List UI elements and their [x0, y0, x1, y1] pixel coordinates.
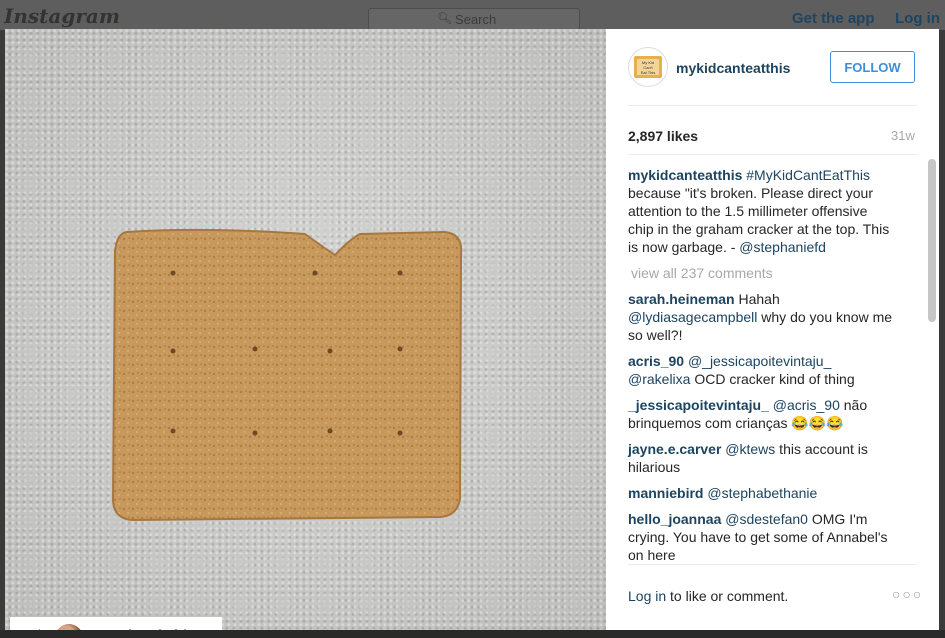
search-input[interactable]: 🔍︎ Search — [368, 8, 580, 30]
caption-hashtag[interactable]: #MyKidCantEatThis — [746, 167, 870, 183]
comment-mention[interactable]: @sdestefan0 — [725, 511, 808, 527]
login-link[interactable]: Log in — [895, 10, 940, 27]
divider — [628, 154, 917, 155]
follow-button[interactable]: FOLLOW — [830, 51, 915, 83]
caption: mykidcanteatthis #MyKidCantEatThis becau… — [628, 166, 896, 256]
instagram-logo[interactable]: Instagram — [4, 4, 120, 28]
search-icon: 🔍︎ — [437, 11, 453, 25]
comment: sarah.heineman Hahah @lydiasagecampbell … — [628, 290, 896, 344]
comment-mention[interactable]: @lydiasagecampbell — [628, 309, 757, 325]
comment-username[interactable]: sarah.heineman — [628, 291, 735, 307]
comment-username[interactable]: hello_joannaa — [628, 511, 721, 527]
post-sidebar: My Kid Can't Eat This mykidcanteatthis F… — [606, 29, 939, 630]
avatar-logo-icon: My Kid Can't Eat This — [634, 56, 662, 78]
caption-username[interactable]: mykidcanteatthis — [628, 167, 742, 183]
search-placeholder: Search — [455, 12, 497, 27]
caption-mention[interactable]: @stephaniefd — [739, 239, 826, 255]
more-options-icon[interactable]: ○○○ — [892, 586, 923, 602]
post-photo: stephaniefd — [5, 29, 606, 630]
comment-text: OCD cracker kind of thing — [690, 371, 855, 387]
divider — [628, 105, 917, 106]
login-prompt: Log in to like or comment. — [628, 588, 788, 604]
comments-list: mykidcanteatthis #MyKidCantEatThis becau… — [628, 166, 896, 572]
comment-username[interactable]: jayne.e.carver — [628, 441, 721, 457]
comment: jayne.e.carver @ktews this account is hi… — [628, 440, 896, 476]
comment-mention[interactable]: @ktews — [725, 441, 775, 457]
graham-cracker-image — [111, 228, 463, 522]
get-the-app-link[interactable]: Get the app — [792, 10, 875, 27]
comment-username[interactable]: acris_90 — [628, 353, 684, 369]
comment-mention[interactable]: @stephabethanie — [707, 485, 817, 501]
comment: _jessicapoitevintaju_ @acris_90 não brin… — [628, 396, 896, 432]
comment-text: Hahah — [734, 291, 780, 307]
comment-username[interactable]: manniebird — [628, 485, 703, 501]
comment-mention[interactable]: @acris_90 — [773, 397, 840, 413]
top-navbar: Instagram 🔍︎ Search Get the app Log in — [0, 0, 945, 30]
likes-count[interactable]: 2,897 likes — [628, 128, 698, 144]
post-timestamp[interactable]: 31w — [891, 128, 915, 143]
repost-badge[interactable]: stephaniefd — [10, 617, 222, 630]
comment-username[interactable]: _jessicapoitevintaju_ — [628, 397, 769, 413]
comment: hello_joannaa @sdestefan0 OMG I'm crying… — [628, 510, 896, 564]
svg-text:Eat This: Eat This — [641, 70, 656, 75]
view-all-comments-link[interactable]: view all 237 comments — [631, 264, 896, 282]
page-bottom-strip — [0, 630, 945, 638]
post-username[interactable]: mykidcanteatthis — [676, 60, 790, 76]
divider — [628, 564, 917, 565]
profile-avatar[interactable]: My Kid Can't Eat This — [628, 47, 668, 87]
comment: acris_90 @_jessicapoitevintaju_ @rakelix… — [628, 352, 896, 388]
comment: manniebird @stephabethanie — [628, 484, 896, 502]
login-to-like-link[interactable]: Log in — [628, 588, 666, 604]
login-prompt-text: to like or comment. — [666, 588, 789, 604]
comments-scrollbar[interactable] — [928, 159, 936, 322]
